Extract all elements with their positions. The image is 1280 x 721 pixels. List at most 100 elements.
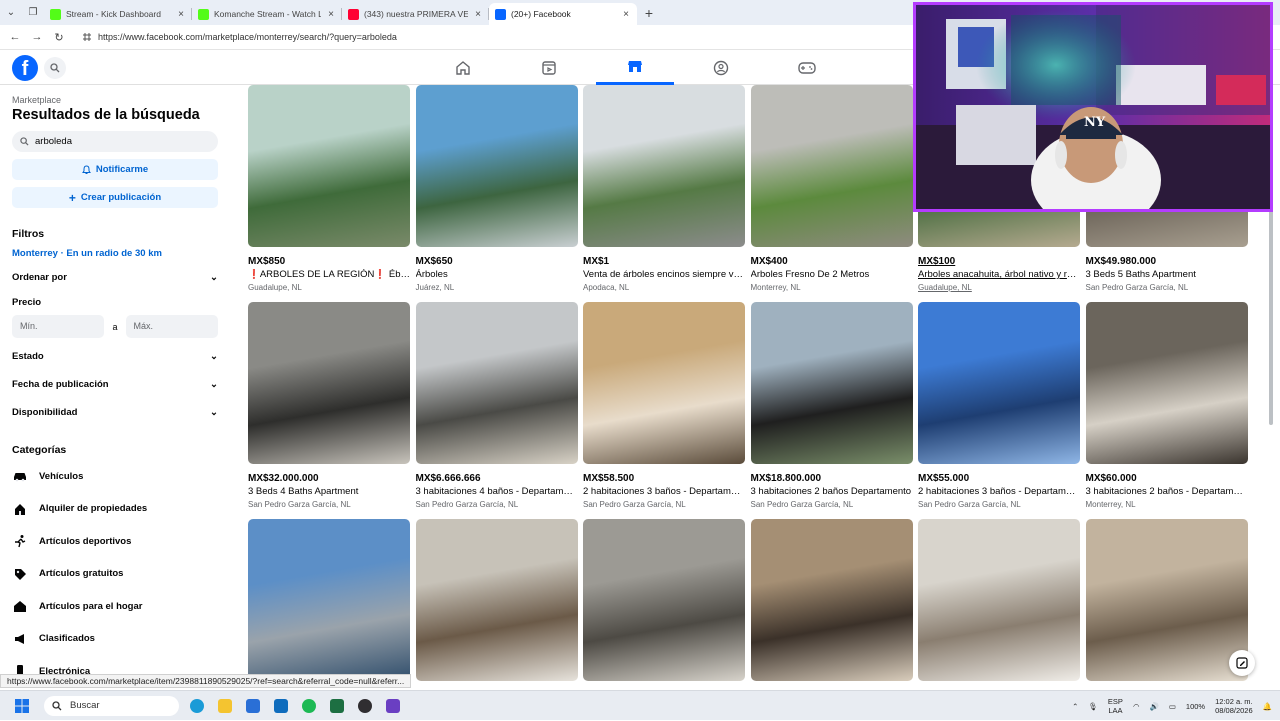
location-filter[interactable]: Monterrey · En un radio de 30 km bbox=[12, 248, 218, 259]
close-tab-icon[interactable]: × bbox=[473, 9, 483, 20]
category-item[interactable]: Artículos para el hogar bbox=[12, 590, 218, 623]
taskbar-app[interactable] bbox=[267, 691, 295, 721]
tab-list-chevron-icon[interactable]: ⌄ bbox=[0, 0, 22, 25]
listing-photo[interactable] bbox=[583, 302, 745, 464]
listing-photo[interactable] bbox=[1085, 519, 1248, 681]
category-item[interactable]: Alquiler de propiedades bbox=[12, 493, 218, 526]
volume-icon[interactable]: 🔊 bbox=[1149, 702, 1158, 711]
listing-card[interactable]: MX$5.500.0003 habitaciones 3 baños Casa bbox=[1085, 519, 1248, 685]
clock[interactable]: 12:02 a. m. 08/08/2026 bbox=[1215, 697, 1253, 715]
listing-photo[interactable] bbox=[248, 85, 410, 247]
listing-card[interactable]: MX$65.0003 habitaciones 3 baños - Depart… bbox=[750, 519, 913, 685]
listing-photo[interactable] bbox=[583, 85, 745, 247]
listing-photo[interactable] bbox=[415, 519, 578, 681]
listing-photo[interactable] bbox=[750, 519, 913, 681]
site-info-icon[interactable] bbox=[82, 32, 92, 42]
close-tab-icon[interactable]: × bbox=[326, 9, 336, 20]
taskbar-app[interactable] bbox=[239, 691, 267, 721]
wifi-icon[interactable]: ◠ bbox=[1133, 702, 1140, 711]
tab-favicon-icon bbox=[198, 8, 209, 20]
listing-photo[interactable] bbox=[415, 85, 578, 247]
listing-photo[interactable] bbox=[750, 302, 913, 464]
browser-tab[interactable]: Stream - Kick Dashboard × bbox=[44, 3, 192, 25]
listing-card[interactable]: MX$400 Arboles Fresno De 2 Metros Monterre… bbox=[750, 85, 913, 292]
home-icon bbox=[456, 60, 470, 75]
url-field[interactable]: https://www.facebook.com/marketplace/mon… bbox=[82, 32, 397, 42]
listing-card[interactable]: MX$36.000Departamento 2 baños - Departam… bbox=[248, 519, 410, 685]
nav-gaming[interactable] bbox=[768, 50, 846, 85]
close-tab-icon[interactable]: × bbox=[176, 9, 186, 20]
nav-video[interactable] bbox=[510, 50, 588, 85]
compose-button[interactable] bbox=[1229, 650, 1255, 676]
taskbar-app[interactable] bbox=[295, 691, 323, 721]
facebook-logo[interactable]: f bbox=[12, 55, 38, 81]
marketplace-search-input[interactable] bbox=[35, 136, 195, 147]
taskbar-app[interactable] bbox=[323, 691, 351, 721]
back-icon[interactable]: ← bbox=[4, 31, 26, 43]
listing-card[interactable]: MX$22.000habitación 2 baños - Departamen… bbox=[415, 519, 578, 685]
scrollbar-thumb[interactable] bbox=[1269, 210, 1273, 425]
nav-home[interactable] bbox=[424, 50, 502, 85]
min-price-input[interactable]: Mín. bbox=[12, 315, 105, 338]
category-item[interactable]: Electrónica bbox=[12, 655, 218, 675]
notifications-icon[interactable]: 🔔 bbox=[1263, 702, 1272, 711]
listing-photo[interactable] bbox=[1085, 302, 1248, 464]
nav-groups[interactable] bbox=[682, 50, 760, 85]
listing-photo[interactable] bbox=[918, 519, 1080, 681]
taskbar-app[interactable] bbox=[211, 691, 239, 721]
listing-card[interactable]: MX$55.000 2 habitaciones 3 baños - Depart… bbox=[918, 302, 1080, 509]
listing-photo[interactable] bbox=[918, 302, 1080, 464]
listing-price: MX$100 bbox=[918, 256, 956, 267]
create-listing-button[interactable]: + Crear publicación bbox=[12, 187, 218, 208]
microphone-icon[interactable]: 🎙 bbox=[1088, 702, 1098, 711]
marketplace-search[interactable] bbox=[12, 131, 218, 152]
facebook-search-button[interactable] bbox=[44, 57, 66, 79]
listing-location: Monterrey, NL bbox=[1085, 500, 1136, 509]
sort-filter[interactable]: Ordenar por ⌄ bbox=[12, 263, 218, 291]
category-item[interactable]: Vehículos bbox=[12, 460, 218, 493]
browser-tab[interactable]: (20+) Facebook × bbox=[489, 3, 637, 25]
listing-card[interactable]: MX$18.800.000 3 habitaciones 2 baños Depa… bbox=[750, 302, 913, 509]
listing-photo[interactable] bbox=[248, 519, 410, 681]
tab-title: (343) nuestra PRIMERA VEZ en MI... bbox=[364, 9, 468, 19]
notify-button[interactable]: Notificarme bbox=[12, 159, 218, 180]
listing-card[interactable]: MX$58.5002 habitaciones 3 baños - Depart… bbox=[583, 302, 745, 509]
taskbar-search[interactable]: Buscar bbox=[44, 695, 179, 716]
listing-card[interactable]: MX$850 ❗ARBOLES DE LA REGIÓN❗ Ébano... Gua… bbox=[248, 85, 410, 292]
condition-filter[interactable]: Estado ⌄ bbox=[12, 342, 218, 370]
category-item[interactable]: Clasificados bbox=[12, 623, 218, 656]
listing-card[interactable]: MX$11.950.0003 habitaciones 4.5 baños De… bbox=[583, 519, 745, 685]
listing-card[interactable]: MX$6.666.666 3 habitaciones 4 baños - Dep… bbox=[415, 302, 578, 509]
create-listing-label: Crear publicación bbox=[80, 192, 162, 203]
browser-tab[interactable]: Komanche Stream - Watch Live on Kick × bbox=[192, 3, 342, 25]
chevron-up-icon[interactable]: ⌃ bbox=[1072, 702, 1078, 711]
status-link-preview: https://www.facebook.com/marketplace/ite… bbox=[0, 674, 412, 688]
listing-photo[interactable] bbox=[583, 519, 745, 681]
listing-card[interactable]: MX$650 Árboles Juárez, NL bbox=[415, 85, 578, 292]
listing-card[interactable]: MX$60.000 3 habitaciones 2 baños - Depart… bbox=[1085, 302, 1248, 509]
browser-tab[interactable]: (343) nuestra PRIMERA VEZ en MI... × bbox=[342, 3, 489, 25]
taskbar-app[interactable] bbox=[351, 691, 379, 721]
taskbar-app[interactable] bbox=[183, 691, 211, 721]
listing-card[interactable]: MX$32.000.000 3 Beds 4 Baths Apartment San… bbox=[248, 302, 410, 509]
nav-marketplace[interactable] bbox=[596, 50, 674, 85]
close-tab-icon[interactable]: × bbox=[621, 9, 631, 20]
battery-icon[interactable]: ▭ bbox=[1169, 702, 1176, 711]
max-price-input[interactable]: Máx. bbox=[125, 315, 218, 338]
date-filter[interactable]: Fecha de publicación ⌄ bbox=[12, 370, 218, 398]
taskbar-app[interactable] bbox=[379, 691, 407, 721]
listing-photo[interactable] bbox=[750, 85, 913, 247]
category-item[interactable]: Artículos gratuitos bbox=[12, 558, 218, 591]
forward-icon[interactable]: → bbox=[26, 31, 48, 43]
workspaces-icon[interactable]: ❐ bbox=[22, 0, 44, 25]
listing-photo[interactable] bbox=[415, 302, 578, 464]
reload-icon[interactable]: ↻ bbox=[48, 31, 70, 44]
availability-filter[interactable]: Disponibilidad ⌄ bbox=[12, 398, 218, 426]
language-indicator[interactable]: ESP LAA bbox=[1108, 697, 1123, 715]
category-item[interactable]: Artículos deportivos bbox=[12, 525, 218, 558]
start-button[interactable] bbox=[8, 691, 36, 721]
listing-card[interactable]: MX$1 Venta de árboles encinos siempre ver… bbox=[583, 85, 745, 292]
listing-photo[interactable] bbox=[248, 302, 410, 464]
new-tab-button[interactable]: + bbox=[637, 5, 661, 21]
listing-card[interactable]: MX$58.5002 habitaciones 3 baños - Depart… bbox=[918, 519, 1080, 685]
